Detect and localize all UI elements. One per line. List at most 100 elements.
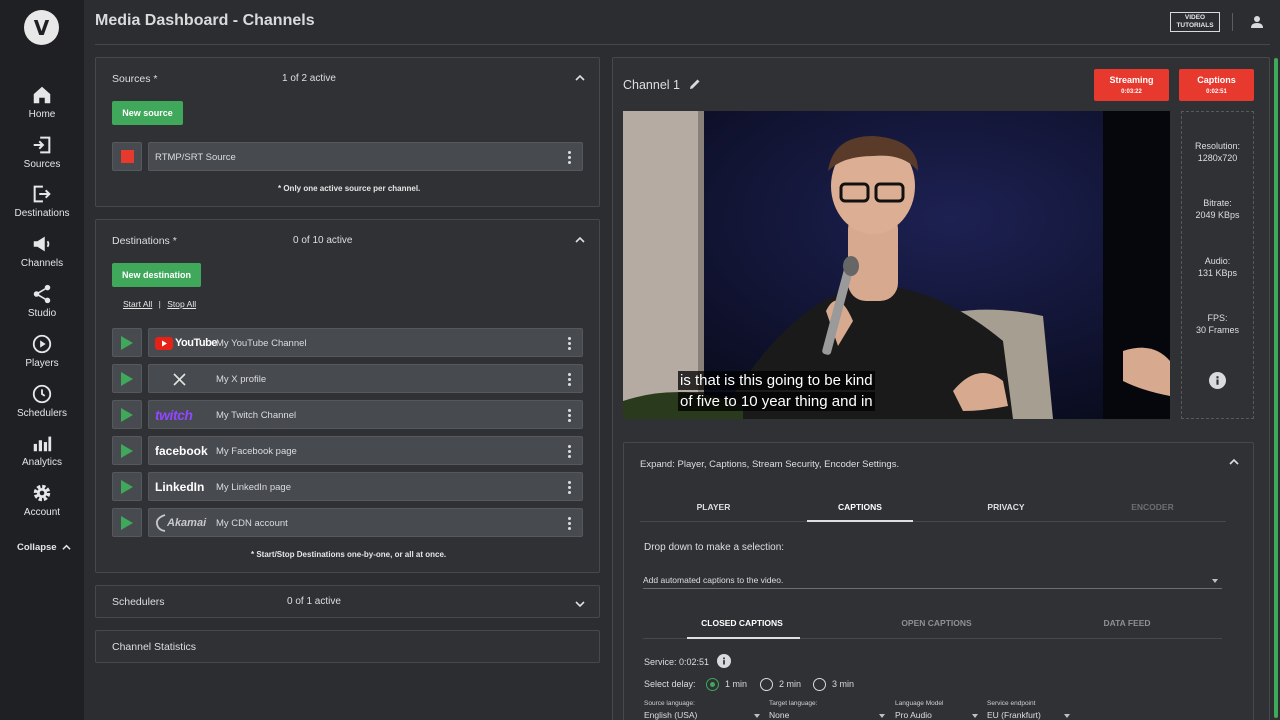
destination-item-akamai[interactable]: Akamai My CDN account [148, 508, 583, 537]
delay-radio-3min[interactable] [813, 678, 826, 691]
caption-line-2: of five to 10 year thing and in [678, 392, 875, 411]
destination-play-button[interactable] [112, 508, 142, 537]
field-label: Source language: [644, 700, 695, 707]
subtab-closed-captions[interactable]: CLOSED CAPTIONS [643, 618, 841, 628]
sidebar-item-schedulers[interactable]: Schedulers [0, 383, 84, 419]
destination-item-label: My LinkedIn page [216, 482, 291, 493]
destination-play-button[interactable] [112, 472, 142, 501]
schedulers-expand-chevron-icon[interactable] [574, 598, 586, 610]
subtab-open-captions[interactable]: OPEN CAPTIONS [841, 618, 1032, 628]
source-item[interactable]: RTMP/SRT Source [148, 142, 583, 171]
start-stop-all-links: Start All | Stop All [123, 299, 196, 309]
active-tab-indicator [807, 520, 913, 522]
stream-stats-panel: Resolution: 1280x720 Bitrate: 2049 KBps … [1181, 111, 1254, 419]
sidebar-item-analytics[interactable]: Analytics [0, 432, 84, 468]
new-destination-button[interactable]: New destination [112, 263, 201, 287]
sign-out-icon [33, 185, 51, 203]
sidebar-item-players[interactable]: Players [0, 333, 84, 369]
sidebar-item-sources[interactable]: Sources [0, 134, 84, 170]
user-icon[interactable] [1249, 14, 1265, 30]
header-divider [1232, 13, 1233, 31]
sidebar-item-studio[interactable]: Studio [0, 283, 84, 319]
destination-item-facebook[interactable]: facebook My Facebook page [148, 436, 583, 465]
tab-player[interactable]: PLAYER [640, 502, 787, 512]
sidebar-item-home[interactable]: Home [0, 84, 84, 120]
sidebar-item-channels[interactable]: Channels [0, 233, 84, 269]
schedulers-panel[interactable] [95, 585, 600, 618]
sidebar-item-account[interactable]: Account [0, 482, 84, 518]
delay-radio-1min[interactable] [706, 678, 719, 691]
source-language-select[interactable]: English (USA) [644, 710, 762, 720]
more-vert-icon[interactable] [568, 409, 572, 422]
stat-label: FPS: [1207, 313, 1228, 323]
captions-status-button[interactable]: Captions 0:02:51 [1179, 69, 1254, 101]
destinations-title: Destinations * [112, 235, 177, 247]
more-vert-icon[interactable] [568, 337, 572, 350]
destination-play-button[interactable] [112, 400, 142, 429]
start-all-link[interactable]: Start All [123, 299, 152, 309]
language-model-select[interactable]: Pro Audio [895, 710, 980, 720]
delay-radio-2min[interactable] [760, 678, 773, 691]
video-tutorials-button[interactable]: VIDEO TUTORIALS [1170, 12, 1220, 32]
sidebar-item-label: Destinations [14, 208, 70, 219]
destination-item-x[interactable]: My X profile [148, 364, 583, 393]
stat-fps: FPS: 30 Frames [1182, 312, 1253, 336]
sources-collapse-chevron-icon[interactable] [574, 72, 586, 84]
streaming-status-button[interactable]: Streaming 0:03:22 [1094, 69, 1169, 101]
settings-collapse-chevron-icon[interactable] [1228, 456, 1240, 468]
stat-resolution: Resolution: 1280x720 [1182, 140, 1253, 164]
field-label: Language Model [895, 700, 944, 707]
info-icon[interactable] [1209, 372, 1226, 389]
sources-count: 1 of 2 active [282, 73, 336, 84]
collapse-sidebar-button[interactable]: Collapse [17, 542, 71, 553]
source-stop-button[interactable] [112, 142, 142, 171]
app-root: V Home Sources Destinations Channels Stu… [0, 0, 1280, 720]
service-timer: Service: 0:02:51 [644, 654, 731, 668]
scrollbar-thumb[interactable] [1274, 58, 1278, 718]
more-vert-icon[interactable] [568, 151, 572, 164]
active-subtab-indicator [687, 637, 800, 639]
destination-play-button[interactable] [112, 364, 142, 393]
delay-label: Select delay: [644, 679, 696, 689]
destinations-count: 0 of 10 active [293, 235, 353, 246]
video-preview[interactable]: is that is this going to be kind of five… [623, 111, 1170, 419]
brand-logo[interactable]: V [24, 10, 59, 45]
more-vert-icon[interactable] [568, 481, 572, 494]
linkedin-logo-text: LinkedIn [155, 480, 205, 494]
clock-icon [32, 384, 52, 404]
facebook-logo-icon: facebook [155, 442, 208, 460]
tab-privacy[interactable]: PRIVACY [933, 502, 1079, 512]
info-icon[interactable] [716, 654, 731, 668]
target-language-select[interactable]: None [769, 710, 887, 720]
schedulers-count: 0 of 1 active [287, 596, 341, 607]
more-vert-icon[interactable] [568, 517, 572, 530]
destination-play-button[interactable] [112, 328, 142, 357]
caption-mode-select[interactable]: Add automated captions to the video. [643, 575, 1222, 589]
subtab-data-feed[interactable]: DATA FEED [1032, 618, 1222, 628]
service-text: Service: 0:02:51 [644, 657, 710, 667]
service-endpoint-select[interactable]: EU (Frankfurt) [987, 710, 1072, 720]
twitch-logo-icon: twitch [155, 406, 193, 424]
source-language-value: English (USA) [644, 710, 698, 720]
destination-play-button[interactable] [112, 436, 142, 465]
more-vert-icon[interactable] [568, 445, 572, 458]
destination-item-linkedin[interactable]: LinkedIn My LinkedIn page [148, 472, 583, 501]
more-vert-icon[interactable] [568, 373, 572, 386]
stop-all-link[interactable]: Stop All [167, 299, 196, 309]
tab-encoder[interactable]: ENCODER [1079, 502, 1226, 512]
settings-expand-label: Expand: Player, Captions, Stream Securit… [640, 459, 900, 470]
destination-item-twitch[interactable]: twitch My Twitch Channel [148, 400, 583, 429]
pencil-icon[interactable] [689, 78, 701, 90]
destination-item-youtube[interactable]: YouTube My YouTube Channel [148, 328, 583, 357]
new-source-button[interactable]: New source [112, 101, 183, 125]
sidebar-item-destinations[interactable]: Destinations [0, 183, 84, 219]
target-language-value: None [769, 710, 790, 720]
destinations-collapse-chevron-icon[interactable] [574, 234, 586, 246]
dropdown-caret-icon [972, 714, 978, 718]
schedulers-title: Schedulers [112, 596, 165, 608]
service-endpoint-value: EU (Frankfurt) [987, 710, 1041, 720]
akamai-logo-icon: Akamai [155, 514, 206, 532]
tab-captions[interactable]: CAPTIONS [787, 502, 933, 512]
dropdown-caret-icon [754, 714, 760, 718]
source-item-label: RTMP/SRT Source [155, 152, 236, 163]
